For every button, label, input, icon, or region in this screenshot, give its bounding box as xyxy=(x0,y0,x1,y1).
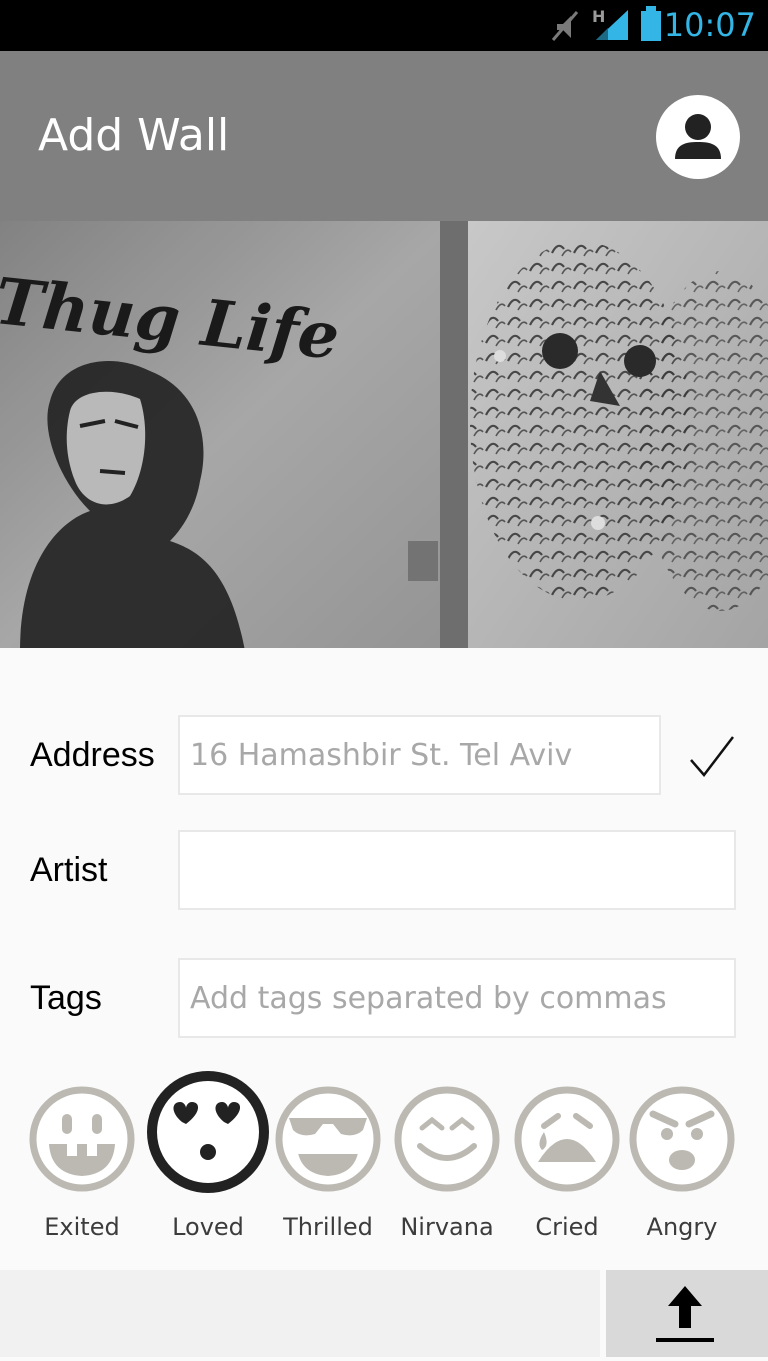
mood-label: Cried xyxy=(535,1213,599,1241)
battery-icon xyxy=(641,6,661,41)
artist-label: Artist xyxy=(30,851,108,889)
svg-text:H: H xyxy=(592,7,605,26)
sunglasses-face-icon xyxy=(275,1086,381,1192)
upload-button[interactable] xyxy=(606,1270,768,1357)
angry-face-icon xyxy=(629,1086,735,1192)
mood-label: Thrilled xyxy=(283,1213,373,1241)
mood-label: Angry xyxy=(646,1213,718,1241)
crying-face-icon xyxy=(514,1086,620,1192)
bottom-bar xyxy=(0,1270,600,1357)
tags-label: Tags xyxy=(30,979,102,1017)
mood-loved[interactable]: Loved xyxy=(145,1070,271,1250)
page-title: Add Wall xyxy=(38,110,230,161)
status-icons: H xyxy=(551,6,661,41)
grin-face-icon xyxy=(29,1086,135,1192)
checkmark-icon[interactable] xyxy=(688,734,736,778)
mood-thrilled[interactable]: Thrilled xyxy=(265,1070,391,1250)
wall-photo-image: Thug Life xyxy=(0,221,768,648)
wall-photo: Thug Life xyxy=(0,221,768,648)
tags-field[interactable] xyxy=(178,958,736,1038)
smiling-eyes-face-icon xyxy=(394,1086,500,1192)
mood-label: Loved xyxy=(172,1213,244,1241)
status-time: 10:07 xyxy=(663,6,756,44)
mood-label: Nirvana xyxy=(400,1213,494,1241)
mood-label: Exited xyxy=(44,1213,120,1241)
mood-cried[interactable]: Cried xyxy=(504,1070,630,1250)
app-bar: Add Wall xyxy=(0,51,768,221)
address-label: Address xyxy=(30,736,155,774)
person-icon xyxy=(675,114,721,159)
profile-button[interactable] xyxy=(656,95,740,179)
mood-exited[interactable]: Exited xyxy=(19,1070,145,1250)
artist-field[interactable] xyxy=(178,830,736,910)
mute-icon xyxy=(551,11,579,41)
upload-arrow-icon xyxy=(656,1286,714,1342)
signal-h-icon: H xyxy=(592,7,628,40)
status-bar: H 10:07 xyxy=(0,0,768,51)
mood-nirvana[interactable]: Nirvana xyxy=(384,1070,510,1250)
address-field[interactable] xyxy=(178,715,661,795)
heart-eyes-face-icon xyxy=(147,1071,269,1193)
mood-angry[interactable]: Angry xyxy=(619,1070,745,1250)
